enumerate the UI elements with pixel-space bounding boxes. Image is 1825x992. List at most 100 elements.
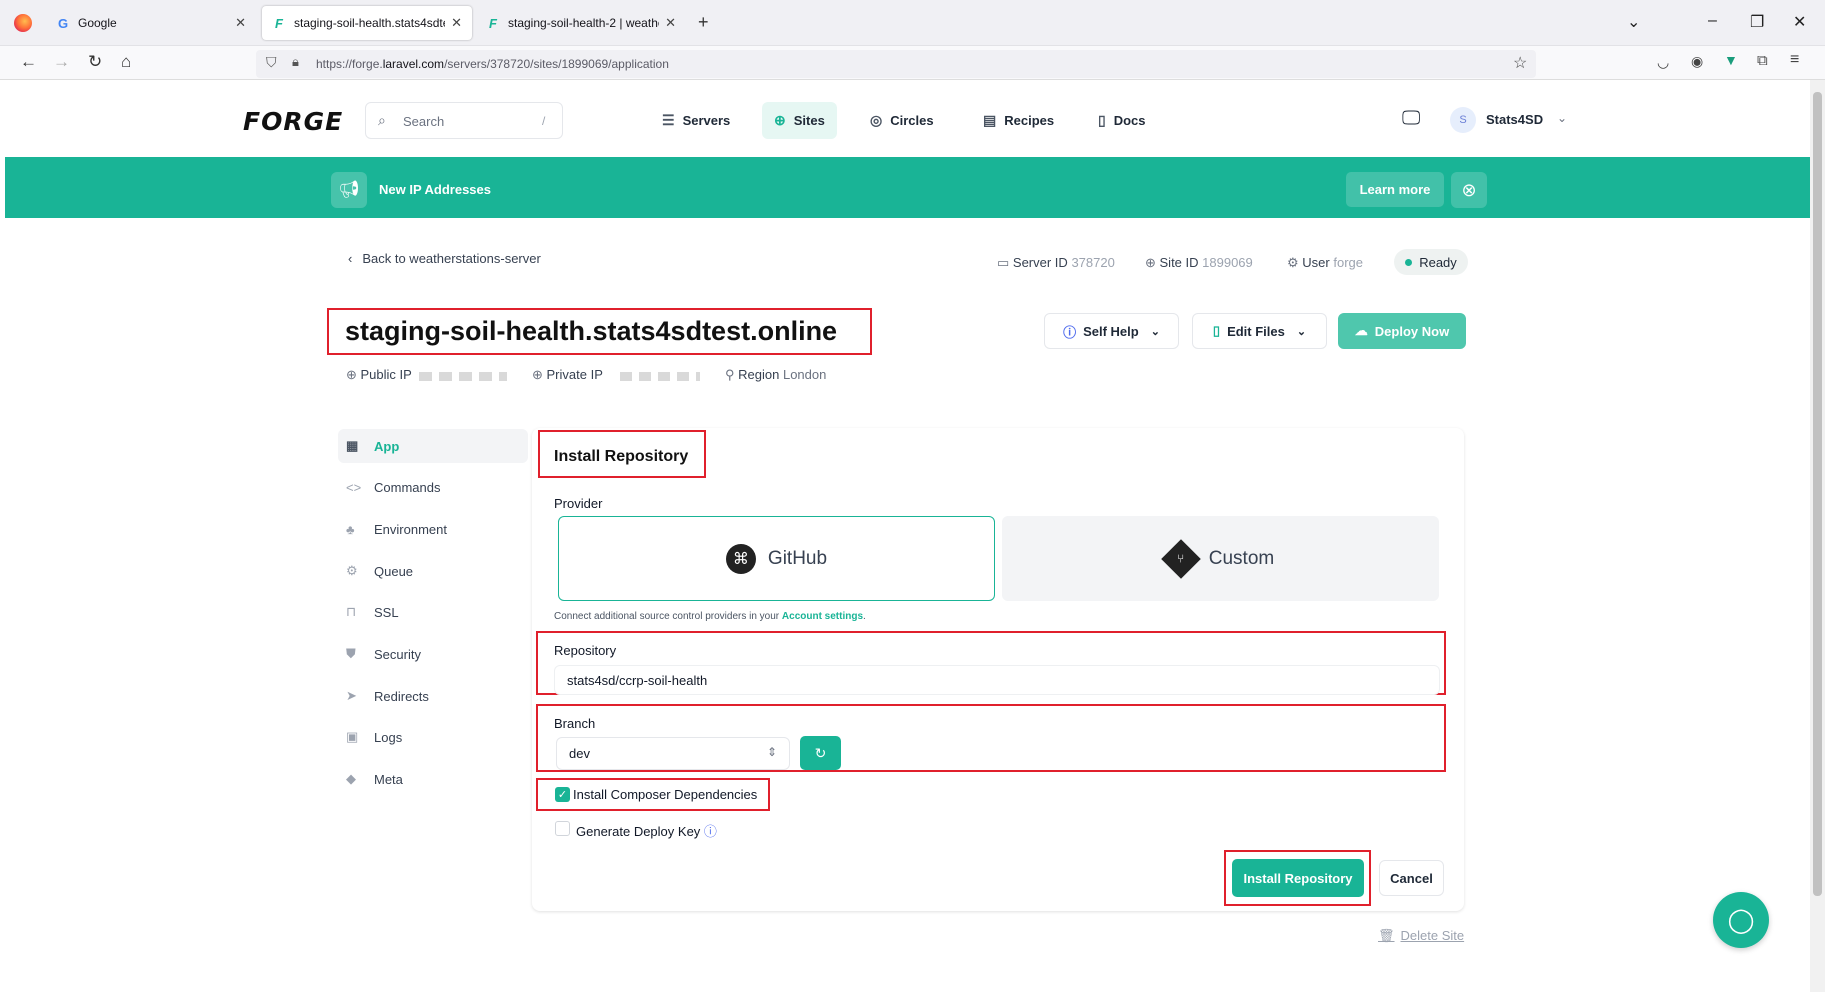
edit-files-button[interactable]: ▯ Edit Files ⌄ <box>1192 313 1327 349</box>
tab-title: staging-soil-health.stats4sdtest.online <box>294 16 445 30</box>
select-arrows-icon: ⇕ <box>766 745 777 759</box>
vue-extension-icon[interactable]: ▼ <box>1724 52 1738 68</box>
app-icon: ▦ <box>346 438 359 453</box>
back-icon[interactable]: ← <box>20 52 37 72</box>
announcement-banner <box>5 157 1810 218</box>
trash-icon: 🗑︎ <box>1378 928 1395 943</box>
nav-servers[interactable]: ☰ Servers <box>650 102 742 139</box>
close-banner-icon[interactable]: ⊗ <box>1451 172 1487 208</box>
cloud-upload-icon: ☁ <box>1354 323 1368 338</box>
firefox-icon[interactable] <box>14 14 32 32</box>
google-icon: G <box>57 15 69 31</box>
public-ip: ⊕ Public IP <box>346 367 412 382</box>
close-icon[interactable]: ✕ <box>235 15 246 31</box>
private-ip: ⊕ Private IP <box>532 367 603 382</box>
globe-icon: ⊕ <box>532 367 547 382</box>
back-link[interactable]: ‹ Back to weatherstations-server <box>348 251 541 266</box>
home-icon[interactable]: ⌂ <box>121 52 131 72</box>
sidebar-item-commands[interactable]: <> Commands <box>338 470 528 504</box>
recipes-icon: ▤ <box>983 112 997 128</box>
search-shortcut: / <box>542 114 546 128</box>
provider-github[interactable]: ⌘ GitHub <box>558 516 995 601</box>
sidebar-item-app[interactable]: ▦ App <box>338 429 528 463</box>
nav-recipes[interactable]: ▤ Recipes <box>971 102 1066 139</box>
nav-circles[interactable]: ◎ Circles <box>858 102 946 139</box>
circles-icon: ◎ <box>870 112 883 128</box>
chat-help-icon[interactable]: ◯ <box>1713 892 1769 948</box>
tab-staging-soil-health[interactable]: F staging-soil-health.stats4sdtest.onlin… <box>262 6 472 40</box>
cog-icon: ⚙ <box>1287 255 1303 270</box>
forward-icon[interactable]: → <box>53 52 70 72</box>
docs-icon: ▯ <box>1098 112 1106 128</box>
globe-icon: ⊕ <box>346 367 361 382</box>
close-icon[interactable]: ✕ <box>665 15 676 31</box>
sidebar-item-queue[interactable]: ⚙ Queue <box>338 554 528 588</box>
shield-icon[interactable]: ⛉ <box>266 54 277 71</box>
tab-google[interactable]: G Google ✕ <box>46 6 256 40</box>
lock-icon[interactable]: 🔒︎ <box>292 54 299 70</box>
browser-tab-bar: G Google ✕ F staging-soil-health.stats4s… <box>0 0 1825 46</box>
archive-icon: ▣ <box>346 729 359 744</box>
pocket-icon[interactable]: ◡ <box>1657 54 1669 71</box>
info-icon[interactable]: ⓘ <box>704 824 717 839</box>
deploy-key-checkbox[interactable] <box>555 821 570 836</box>
user-name[interactable]: Stats4SD <box>1486 112 1543 127</box>
bookmark-star-icon[interactable]: ☆ <box>1513 53 1527 73</box>
branch-select[interactable]: dev ⇕ <box>556 737 790 770</box>
new-tab-icon[interactable]: + <box>698 12 709 33</box>
sidebar-item-environment[interactable]: ♣ Environment <box>338 512 528 546</box>
location-pin-icon: ⚲ <box>725 367 739 382</box>
refresh-branches-button[interactable]: ↻ <box>800 736 841 770</box>
window-close-icon[interactable]: ✕ <box>1793 12 1806 32</box>
sidebar-item-ssl[interactable]: ⊓ SSL <box>338 595 528 629</box>
chevron-down-icon[interactable]: ⌄ <box>1627 12 1640 32</box>
megaphone-icon: 📢︎ <box>331 172 367 208</box>
monitor-icon[interactable]: 🖵︎ <box>1402 108 1420 130</box>
install-composer-checkbox[interactable]: ✓ <box>555 787 570 802</box>
close-icon[interactable]: ✕ <box>451 15 462 31</box>
install-repository-button[interactable]: Install Repository <box>1232 859 1364 897</box>
provider-custom[interactable]: ⑂ Custom <box>1002 516 1439 601</box>
avatar[interactable]: S <box>1450 107 1476 133</box>
tab-title: staging-soil-health-2 | weatherstations <box>508 16 659 30</box>
forge-icon: F <box>489 15 497 31</box>
site-user: ⚙ User forge <box>1287 255 1363 270</box>
self-help-button[interactable]: ⓘ Self Help ⌄ <box>1044 313 1179 349</box>
file-icon: ▯ <box>1212 323 1221 338</box>
deploy-key-label: Generate Deploy Key ⓘ <box>576 824 717 839</box>
sidebar-item-redirects[interactable]: ➤ Redirects <box>338 679 528 713</box>
scrollbar-thumb[interactable] <box>1813 92 1822 896</box>
page-title: staging-soil-health.stats4sdtest.online <box>345 316 838 346</box>
nav-docs[interactable]: ▯ Docs <box>1086 102 1158 139</box>
reload-icon[interactable]: ↻ <box>88 52 102 72</box>
extension-icon[interactable]: ◉ <box>1691 53 1703 70</box>
sidebar-item-logs[interactable]: ▣ Logs <box>338 720 528 754</box>
deploy-now-button[interactable]: ☁ Deploy Now <box>1338 313 1466 349</box>
sidebar-item-security[interactable]: ⛊ Security <box>338 637 528 671</box>
restore-icon[interactable]: ❐ <box>1750 12 1764 32</box>
learn-more-button[interactable]: Learn more <box>1346 172 1444 207</box>
github-icon: ⌘ <box>725 543 756 574</box>
forge-icon: F <box>275 15 283 31</box>
nav-sites[interactable]: ⊕ Sites <box>762 102 837 139</box>
sidebar-item-meta[interactable]: ◆ Meta <box>338 762 528 796</box>
provider-label: Provider <box>554 496 603 511</box>
url-text[interactable]: https://forge.laravel.com/servers/378720… <box>316 57 669 71</box>
redacted-ip <box>419 372 507 381</box>
chevron-down-icon: ⌄ <box>1296 325 1307 338</box>
cancel-button[interactable]: Cancel <box>1379 860 1444 896</box>
forge-logo[interactable]: FORGE <box>243 107 343 136</box>
account-settings-link[interactable]: Account settings <box>782 611 863 622</box>
repository-input[interactable]: stats4sd/ccrp-soil-health <box>554 665 1440 695</box>
unlock-icon: ⊓ <box>346 604 357 619</box>
search-input[interactable]: ⌕ Search / <box>365 102 563 139</box>
minimize-icon[interactable]: – <box>1708 12 1717 30</box>
search-placeholder: Search <box>403 114 445 129</box>
globe-icon: ⊕ <box>1145 255 1160 270</box>
delete-site-link[interactable]: 🗑︎ Delete Site <box>1378 928 1464 944</box>
server-icon: ▭ <box>997 255 1013 270</box>
extensions-puzzle-icon[interactable]: ⧉ <box>1757 52 1768 69</box>
tab-staging-soil-health-2[interactable]: F staging-soil-health-2 | weatherstation… <box>476 6 686 40</box>
menu-icon[interactable]: ≡ <box>1790 51 1799 69</box>
chevron-down-icon[interactable]: ⌄ <box>1557 111 1567 125</box>
